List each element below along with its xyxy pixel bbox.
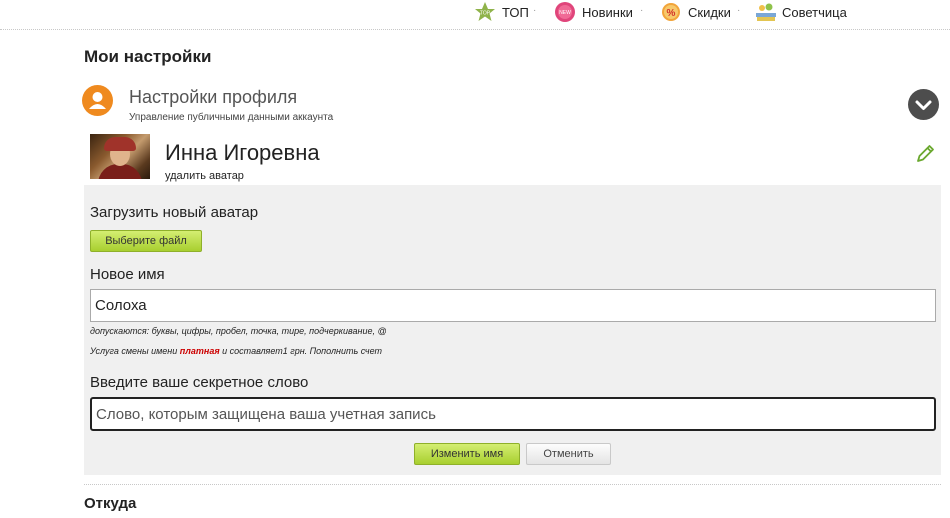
section-divider	[84, 484, 941, 485]
new-name-label: Новое имя	[90, 266, 165, 283]
user-name: Инна Игоревна	[165, 140, 320, 165]
nav-item-discounts[interactable]: % Скидки	[660, 1, 731, 23]
paid-service-hint-post[interactable]: и составляет1 грн. Пополнить счет	[222, 346, 382, 356]
chevron-down-icon	[915, 100, 932, 110]
profile-settings-subtitle: Управление публичными данными аккаунта	[129, 112, 334, 123]
avatar	[90, 134, 150, 179]
nav-separator: ·	[640, 5, 644, 16]
collapse-toggle-button[interactable]	[908, 89, 939, 120]
top-star-icon: TOP	[474, 1, 496, 23]
svg-text:TOP: TOP	[480, 11, 491, 17]
nav-label-top: ТОП	[502, 4, 529, 20]
nav-label-new: Новинки	[582, 4, 633, 20]
svg-text:%: %	[667, 8, 676, 19]
nav-item-new[interactable]: NEW Новинки	[554, 1, 633, 23]
cancel-button[interactable]: Отменить	[526, 443, 611, 465]
edit-profile-panel: Загрузить новый аватар Выберите файл Нов…	[84, 185, 941, 475]
nav-item-advisor[interactable]: Советчица	[754, 1, 847, 23]
paid-service-hint-pre: Услуга смены имени	[90, 346, 178, 356]
paid-service-hint: Услуга смены имени платная и составляет1…	[90, 346, 382, 356]
user-profile-icon	[82, 85, 113, 116]
secret-word-input[interactable]: Слово, которым защищена ваша учетная зап…	[90, 397, 936, 431]
secret-word-label: Введите ваше секретное слово	[90, 374, 309, 391]
nav-label-advisor: Советчица	[782, 4, 847, 20]
new-name-input[interactable]: Солоха	[90, 289, 936, 322]
new-badge-icon: NEW	[554, 1, 576, 23]
profile-settings-title: Настройки профиля	[129, 87, 298, 107]
choose-file-button[interactable]: Выберите файл	[90, 230, 202, 252]
pencil-edit-icon[interactable]	[914, 143, 936, 165]
allowed-chars-hint: допускаются: буквы, цифры, пробел, точка…	[90, 326, 387, 336]
nav-item-top[interactable]: TOP ТОП	[474, 1, 529, 23]
discount-percent-icon: %	[660, 1, 682, 23]
nav-separator: ·	[737, 5, 741, 16]
page-title: Мои настройки	[84, 47, 212, 66]
change-name-button[interactable]: Изменить имя	[414, 443, 520, 465]
nav-separator: ·	[533, 5, 537, 16]
svg-text:NEW: NEW	[559, 10, 571, 16]
upload-avatar-label: Загрузить новый аватар	[90, 204, 259, 221]
delete-avatar-link[interactable]: удалить аватар	[165, 170, 244, 182]
paid-service-hint-paid: платная	[179, 346, 220, 356]
from-section-title: Откуда	[84, 495, 137, 512]
advisor-books-icon	[754, 1, 776, 23]
top-nav: TOP ТОП · NEW Новинки · % Скидки · Совет…	[0, 0, 950, 30]
nav-label-discounts: Скидки	[688, 4, 731, 20]
